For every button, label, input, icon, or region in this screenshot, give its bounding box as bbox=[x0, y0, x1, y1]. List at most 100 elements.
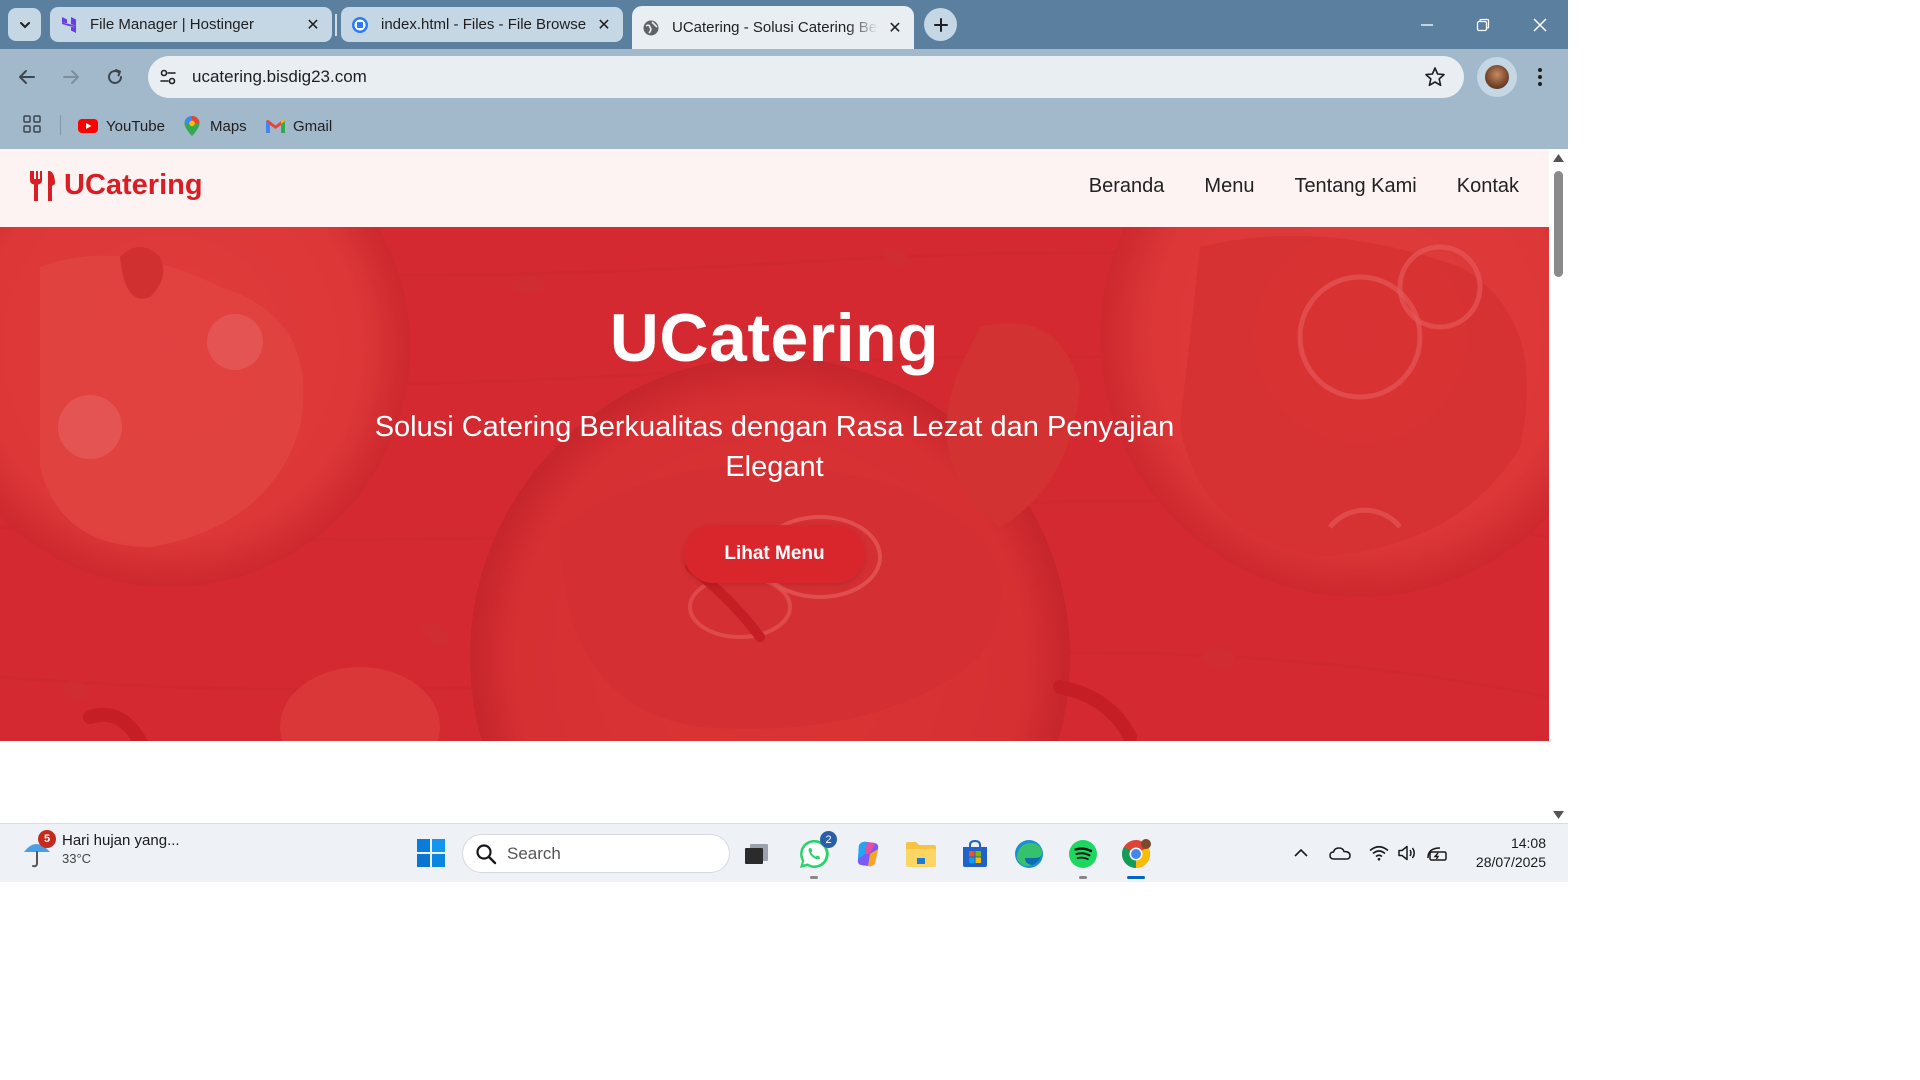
utensils-icon bbox=[30, 170, 55, 201]
copilot-app[interactable] bbox=[849, 835, 887, 873]
close-icon[interactable]: ✕ bbox=[886, 19, 904, 37]
battery-charging-icon bbox=[1427, 847, 1447, 861]
scroll-up-arrow-icon[interactable] bbox=[1553, 154, 1564, 162]
chevron-up-icon bbox=[1294, 848, 1308, 857]
volume-tray[interactable] bbox=[1396, 842, 1418, 864]
bookmark-youtube[interactable]: YouTube bbox=[78, 111, 165, 141]
new-tab-button[interactable] bbox=[924, 8, 957, 41]
avatar bbox=[1485, 65, 1509, 89]
tab-file-browser[interactable]: index.html - Files - File Browser ✕ bbox=[341, 7, 623, 42]
clock-time: 14:08 bbox=[1510, 835, 1546, 851]
copilot-icon bbox=[857, 841, 879, 867]
site-header: UCatering Beranda Menu Tentang Kami Kont… bbox=[0, 149, 1549, 227]
clock-date: 28/07/2025 bbox=[1475, 854, 1546, 870]
tab-search-button[interactable] bbox=[8, 8, 41, 41]
file-explorer-app[interactable] bbox=[902, 835, 940, 873]
scrollbar-thumb[interactable] bbox=[1554, 171, 1563, 277]
tab-title: File Manager | Hostinger bbox=[90, 16, 254, 33]
whatsapp-app[interactable]: 2 bbox=[795, 831, 837, 879]
bookmark-star-icon[interactable] bbox=[1424, 66, 1446, 88]
search-placeholder: Search bbox=[507, 843, 561, 863]
hostinger-icon bbox=[60, 16, 78, 34]
close-icon[interactable]: ✕ bbox=[595, 16, 613, 34]
windows-start-icon[interactable] bbox=[416, 838, 446, 868]
site-logo[interactable]: UCatering bbox=[28, 169, 203, 202]
tab-file-manager[interactable]: File Manager | Hostinger ✕ bbox=[50, 7, 332, 42]
bookmark-gmail[interactable]: Gmail bbox=[265, 111, 332, 141]
scroll-down-arrow-icon[interactable] bbox=[1553, 811, 1564, 819]
speaker-icon bbox=[1398, 845, 1415, 861]
taskbar-search[interactable]: Search bbox=[462, 834, 730, 873]
taskview-app[interactable] bbox=[738, 835, 776, 873]
show-hidden-icons-button[interactable] bbox=[1290, 842, 1312, 864]
nav-link-menu[interactable]: Menu bbox=[1204, 175, 1254, 198]
chrome-app[interactable] bbox=[1117, 835, 1155, 879]
tab-separator bbox=[335, 14, 337, 36]
page-viewport: UCatering Beranda Menu Tentang Kami Kont… bbox=[0, 149, 1549, 823]
bookmarks-bar: YouTube Maps Gmail bbox=[0, 105, 1568, 149]
store-icon bbox=[963, 839, 987, 867]
folder-icon bbox=[906, 842, 936, 867]
nav-link-tentang-kami[interactable]: Tentang Kami bbox=[1294, 175, 1416, 198]
reload-button[interactable] bbox=[99, 61, 131, 93]
close-icon[interactable]: ✕ bbox=[304, 16, 322, 34]
site-nav: Beranda Menu Tentang Kami Kontak bbox=[1089, 175, 1519, 198]
browser-menu-button[interactable] bbox=[1528, 61, 1552, 93]
page-scrollbar[interactable] bbox=[1549, 149, 1568, 823]
restore-icon bbox=[1476, 18, 1490, 31]
spotify-app[interactable] bbox=[1064, 835, 1102, 879]
tab-title: index.html - Files - File Browser bbox=[381, 16, 587, 33]
tab-strip: File Manager | Hostinger ✕ index.html - … bbox=[0, 0, 1568, 49]
bookmark-label: Maps bbox=[210, 117, 247, 135]
whatsapp-badge: 2 bbox=[820, 831, 837, 848]
system-clock[interactable]: 14:08 28/07/2025 bbox=[1460, 834, 1546, 872]
site-settings-icon[interactable] bbox=[158, 67, 178, 87]
wifi-tray[interactable] bbox=[1368, 842, 1390, 864]
apps-grid-icon[interactable] bbox=[22, 114, 42, 134]
cloud-icon bbox=[1329, 847, 1351, 860]
browser-toolbar bbox=[0, 49, 1568, 105]
weather-widget[interactable]: 5 Hari hujan yang... 33°C bbox=[22, 830, 180, 868]
profile-button[interactable] bbox=[1477, 57, 1517, 97]
restore-button[interactable] bbox=[1455, 0, 1511, 49]
running-indicator bbox=[1079, 876, 1087, 879]
tab-ucatering[interactable]: UCatering - Solusi Catering Berkualitas … bbox=[632, 6, 914, 49]
hero-title: UCatering bbox=[609, 300, 940, 376]
forward-button[interactable] bbox=[55, 61, 87, 93]
maps-pin-icon bbox=[182, 116, 202, 136]
nav-link-beranda[interactable]: Beranda bbox=[1089, 175, 1165, 198]
weather-text: Hari hujan yang... bbox=[62, 832, 180, 849]
chrome-icon bbox=[1122, 839, 1151, 868]
reload-icon bbox=[108, 69, 122, 84]
wifi-icon bbox=[1369, 845, 1389, 861]
microsoft-store-app[interactable] bbox=[956, 835, 994, 873]
hero-subtitle: Solusi Catering Berkualitas dengan Rasa … bbox=[374, 411, 1175, 483]
close-icon bbox=[1533, 17, 1547, 32]
battery-tray[interactable] bbox=[1426, 842, 1448, 864]
minimize-button[interactable] bbox=[1399, 0, 1455, 49]
edge-icon bbox=[1015, 840, 1043, 868]
globe-icon bbox=[642, 19, 660, 37]
rain-umbrella-icon: 5 bbox=[22, 830, 56, 868]
tab-title: UCatering - Solusi Catering Berkualitas bbox=[672, 19, 878, 36]
spotify-icon bbox=[1069, 840, 1097, 868]
edge-app[interactable] bbox=[1010, 835, 1048, 873]
bookmark-label: YouTube bbox=[106, 117, 165, 135]
more-vertical-icon bbox=[1538, 68, 1542, 86]
lihat-menu-button[interactable]: Lihat Menu bbox=[684, 525, 865, 583]
active-indicator bbox=[1127, 876, 1145, 879]
search-icon bbox=[476, 843, 497, 864]
gmail-icon bbox=[265, 116, 285, 136]
back-button[interactable] bbox=[11, 61, 43, 93]
onedrive-tray[interactable] bbox=[1329, 842, 1351, 864]
address-bar[interactable] bbox=[148, 56, 1464, 98]
running-indicator bbox=[810, 876, 818, 879]
url-input[interactable] bbox=[192, 67, 1424, 87]
nav-link-kontak[interactable]: Kontak bbox=[1457, 175, 1519, 198]
weather-notification-badge: 5 bbox=[38, 830, 56, 848]
bookmark-maps[interactable]: Maps bbox=[182, 111, 247, 141]
hero-content: UCatering Solusi Catering Berkualitas de… bbox=[0, 227, 1549, 741]
close-window-button[interactable] bbox=[1512, 0, 1568, 49]
arrow-left-icon bbox=[19, 70, 35, 84]
weather-temp: 33°C bbox=[62, 851, 92, 866]
